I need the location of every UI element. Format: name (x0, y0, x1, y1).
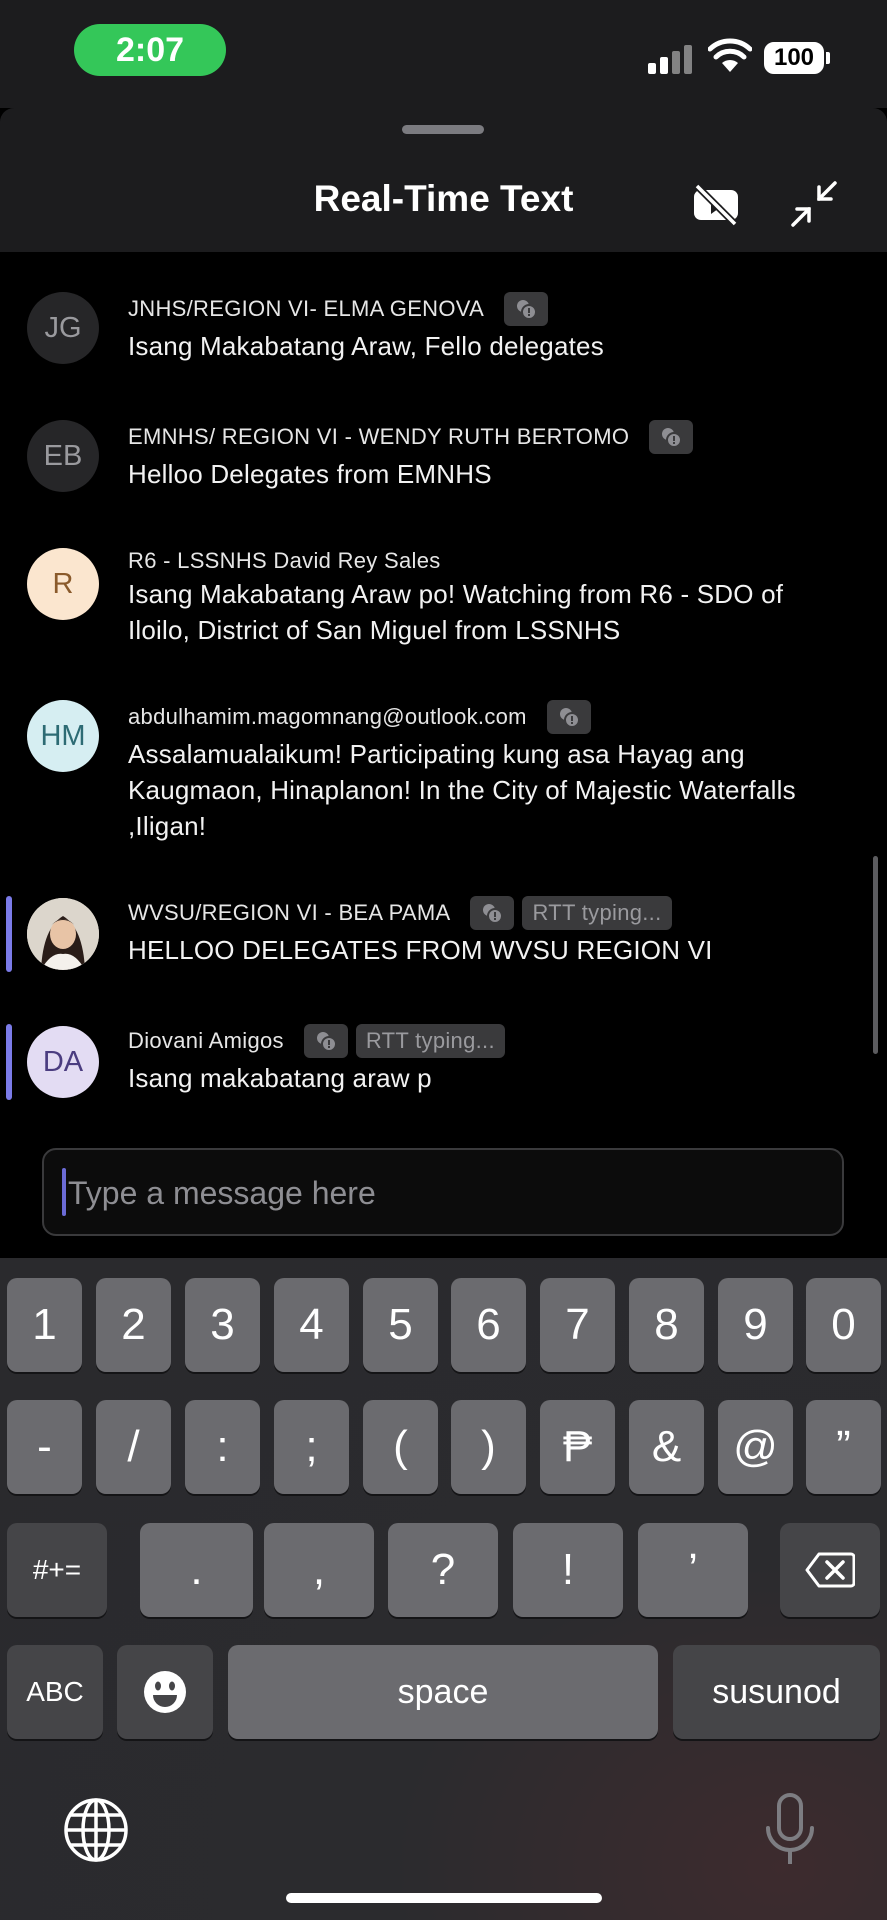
key[interactable]: ! (513, 1523, 623, 1617)
video-off-button[interactable] (688, 176, 744, 232)
message-list[interactable]: JG JNHS/REGION VI- ELMA GENOVA Isang Mak… (0, 252, 887, 1132)
message-input-box[interactable] (42, 1148, 844, 1236)
key[interactable]: ” (806, 1400, 881, 1494)
message-sender-row: EMNHS/ REGION VI - WENDY RUTH BERTOMO (128, 420, 694, 454)
message-text: Assalamualaikum! Participating kung asa … (128, 739, 796, 841)
battery-nub (826, 52, 830, 64)
message-sender: R6 - LSSNHS David Rey Sales (128, 548, 441, 573)
key[interactable]: 8 (629, 1278, 704, 1372)
keyboard: 1 2 3 4 5 6 7 8 9 0 - / : ; ( ) ₱ & @ ” … (0, 1258, 887, 1920)
globe-icon (64, 1798, 128, 1862)
message-sender: EMNHS/ REGION VI - WENDY RUTH BERTOMO (128, 424, 630, 449)
video-off-icon (694, 183, 738, 226)
wifi-icon (708, 38, 752, 72)
delete-key[interactable] (780, 1523, 880, 1617)
key[interactable]: / (96, 1400, 171, 1494)
lock-icon (303, 1024, 348, 1058)
space-key[interactable]: space (228, 1645, 658, 1739)
key[interactable]: ; (274, 1400, 349, 1494)
lock-icon (470, 896, 515, 930)
key[interactable]: - (7, 1400, 82, 1494)
key[interactable]: 6 (451, 1278, 526, 1372)
key[interactable]: ) (451, 1400, 526, 1494)
avatar: EB (27, 420, 99, 492)
key[interactable]: 9 (718, 1278, 793, 1372)
message-sender-row: abdulhamim.magomnang@outlook.com (128, 700, 591, 734)
message-input[interactable] (66, 1150, 830, 1236)
dictation-button[interactable] (760, 1792, 820, 1868)
key[interactable]: ? (388, 1523, 498, 1617)
key[interactable]: ’ (638, 1523, 748, 1617)
page-title: Real-Time Text (313, 178, 574, 219)
return-key[interactable]: susunod (673, 1645, 880, 1739)
avatar: JG (27, 292, 99, 364)
cellular-signal-icon (648, 44, 694, 74)
message-sender-row: Diovani Amigos RTT typing... (128, 1024, 505, 1058)
key[interactable]: ( (363, 1400, 438, 1494)
status-time: 2:07 (74, 24, 226, 76)
lock-icon (504, 292, 549, 326)
lock-icon (546, 700, 591, 734)
emoji-icon (144, 1671, 186, 1713)
message-sender-row: WVSU/REGION VI - BEA PAMA RTT typing... (128, 896, 672, 930)
avatar-photo (27, 898, 99, 970)
avatar: DA (27, 1026, 99, 1098)
key[interactable]: & (629, 1400, 704, 1494)
key[interactable]: 3 (185, 1278, 260, 1372)
message-text: Isang makabatang araw p (128, 1063, 432, 1093)
key[interactable]: 5 (363, 1278, 438, 1372)
rtt-active-indicator (6, 1024, 12, 1100)
microphone-icon (766, 1793, 814, 1864)
lock-icon (649, 420, 694, 454)
message-sender: WVSU/REGION VI - BEA PAMA (128, 900, 451, 925)
rtt-active-indicator (6, 896, 12, 972)
scrollbar[interactable] (873, 856, 878, 1054)
key[interactable]: 1 (7, 1278, 82, 1372)
abc-key[interactable]: ABC (7, 1645, 103, 1739)
emoji-key[interactable] (117, 1645, 213, 1739)
key[interactable]: 7 (540, 1278, 615, 1372)
message-text: HELLOO DELEGATES FROM WVSU REGION VI (128, 935, 713, 965)
message-text: Isang Makabatang Araw, Fello delegates (128, 331, 604, 361)
status-bar: 2:07 100 (0, 0, 887, 108)
key[interactable]: , (264, 1523, 374, 1617)
key[interactable]: ₱ (540, 1400, 615, 1494)
minimize-icon (791, 181, 837, 227)
key[interactable]: @ (718, 1400, 793, 1494)
home-indicator[interactable] (286, 1893, 602, 1903)
key[interactable]: 0 (806, 1278, 881, 1372)
globe-button[interactable] (62, 1796, 130, 1864)
key[interactable]: : (185, 1400, 260, 1494)
rtt-header: Real-Time Text (0, 108, 887, 252)
avatar: R (27, 548, 99, 620)
sheet-grabber[interactable] (402, 125, 484, 134)
message-text: Isang Makabatang Araw po! Watching from … (128, 579, 784, 645)
message-sender: Diovani Amigos (128, 1028, 284, 1053)
message-text: Helloo Delegates from EMNHS (128, 459, 492, 489)
key[interactable]: . (140, 1523, 253, 1617)
battery-indicator: 100 (764, 42, 824, 74)
symbols-key[interactable]: #+= (7, 1523, 107, 1617)
minimize-button[interactable] (786, 176, 842, 232)
profile-photo (27, 898, 99, 970)
rtt-typing-badge: RTT typing... (522, 896, 672, 930)
avatar: HM (27, 700, 99, 772)
key[interactable]: 2 (96, 1278, 171, 1372)
message-sender-row: JNHS/REGION VI- ELMA GENOVA (128, 292, 549, 326)
rtt-typing-badge: RTT typing... (355, 1024, 505, 1058)
message-sender: abdulhamim.magomnang@outlook.com (128, 704, 527, 729)
message-sender-row: R6 - LSSNHS David Rey Sales (128, 548, 441, 574)
backspace-icon (805, 1552, 855, 1588)
message-sender: JNHS/REGION VI- ELMA GENOVA (128, 296, 485, 321)
key[interactable]: 4 (274, 1278, 349, 1372)
